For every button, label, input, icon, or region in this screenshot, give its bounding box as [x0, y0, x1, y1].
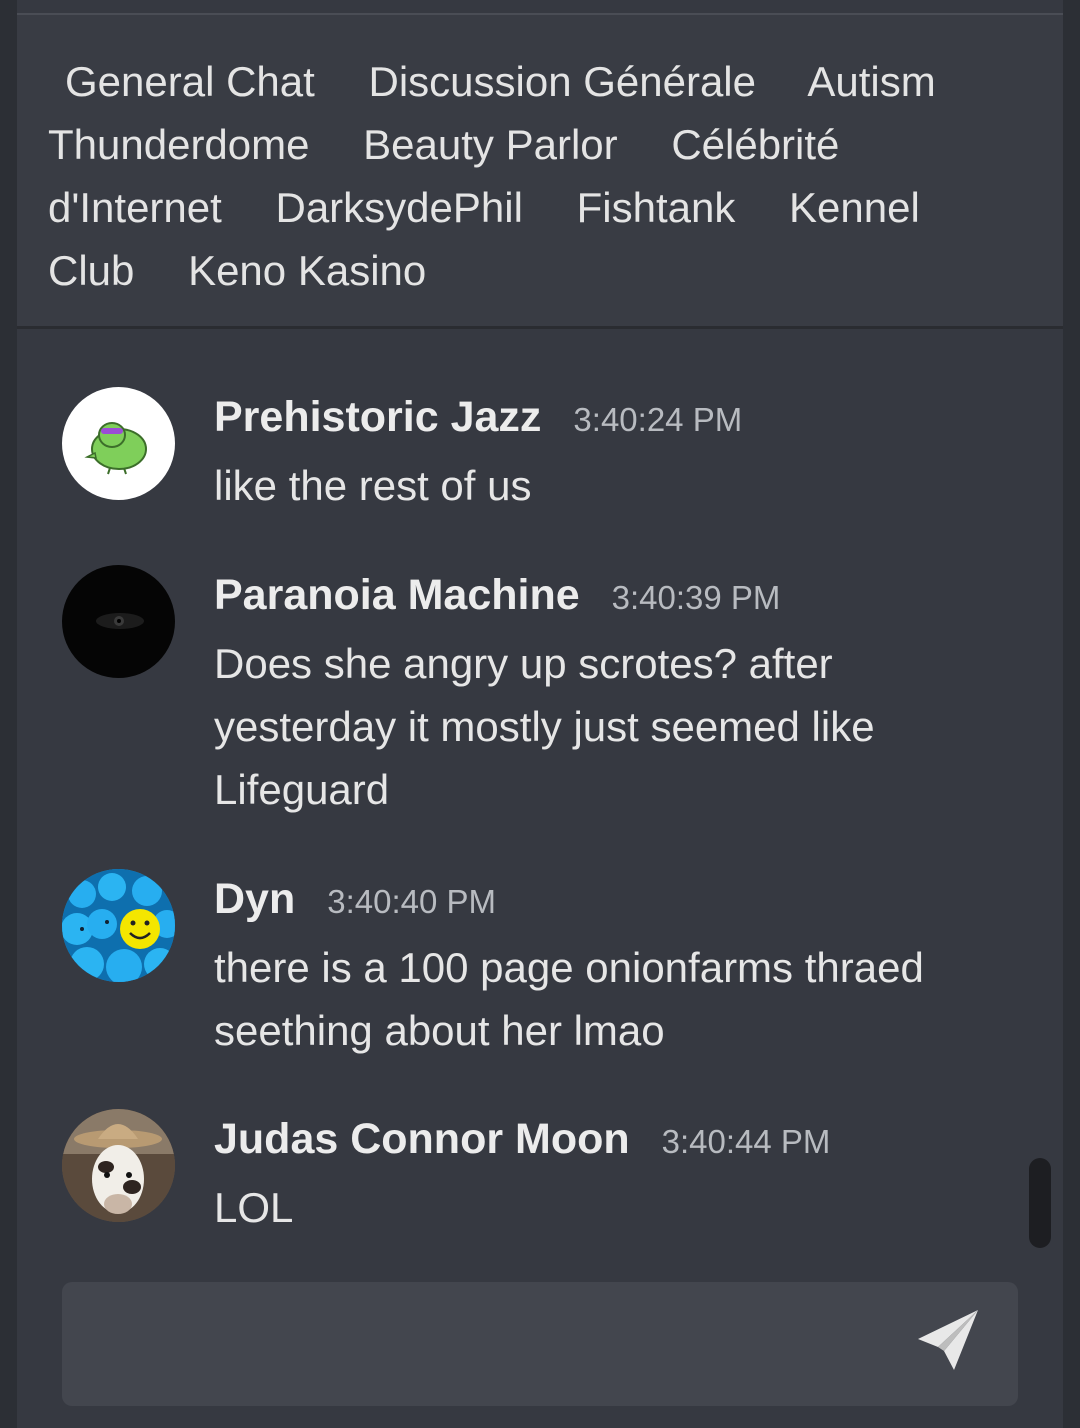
room-link-fishtank[interactable]: Fishtank: [577, 184, 736, 231]
timestamp: 3:40:44 PM: [661, 1123, 831, 1160]
send-button[interactable]: [914, 1306, 984, 1376]
timestamp: 3:40:24 PM: [573, 401, 743, 438]
message-header: Judas Connor Moon 3:40:44 PM: [214, 1115, 830, 1164]
timestamp: 3:40:40 PM: [327, 883, 497, 920]
dark-eye-avatar-icon: [96, 613, 144, 629]
message-input[interactable]: [62, 1282, 882, 1406]
room-link-darksydephil[interactable]: DarksydePhil: [275, 184, 522, 231]
message-text: like the rest of us: [214, 462, 532, 509]
cow-hat-avatar-icon: [62, 1109, 175, 1222]
username[interactable]: Prehistoric Jazz: [214, 393, 541, 441]
username[interactable]: Judas Connor Moon: [214, 1115, 630, 1163]
message-header: Prehistoric Jazz 3:40:24 PM: [214, 393, 742, 442]
room-list-links: General Chat Discussion Générale Autism …: [48, 50, 1008, 302]
message-text: there is a 100 page onionfarms thraed se…: [214, 944, 924, 1054]
room-list: General Chat Discussion Générale Autism …: [17, 15, 1063, 329]
avatar[interactable]: [62, 869, 175, 982]
message-text: Does she angry up scrotes? after yesterd…: [214, 640, 875, 813]
room-link-discussion-generale[interactable]: Discussion Générale: [368, 58, 756, 105]
room-link-general-chat[interactable]: General Chat: [65, 58, 315, 105]
username[interactable]: Paranoia Machine: [214, 571, 580, 619]
avatar[interactable]: [62, 1109, 175, 1222]
avatar[interactable]: [62, 387, 175, 500]
message-header: Dyn 3:40:40 PM: [214, 875, 496, 924]
message-text: LOL: [214, 1184, 294, 1231]
room-link-beauty-parlor[interactable]: Beauty Parlor: [363, 121, 617, 168]
green-bird-avatar-icon: [84, 422, 147, 475]
room-link-keno-kasino[interactable]: Keno Kasino: [188, 247, 426, 294]
message-header: Paranoia Machine 3:40:39 PM: [214, 571, 780, 620]
scrollbar-thumb[interactable]: [1029, 1158, 1051, 1248]
avatar[interactable]: [62, 565, 175, 678]
smiley-crowd-avatar-icon: [62, 869, 175, 982]
timestamp: 3:40:39 PM: [611, 579, 781, 616]
username[interactable]: Dyn: [214, 875, 295, 923]
paper-plane-icon: [918, 1310, 978, 1370]
message-composer: [62, 1282, 1018, 1406]
